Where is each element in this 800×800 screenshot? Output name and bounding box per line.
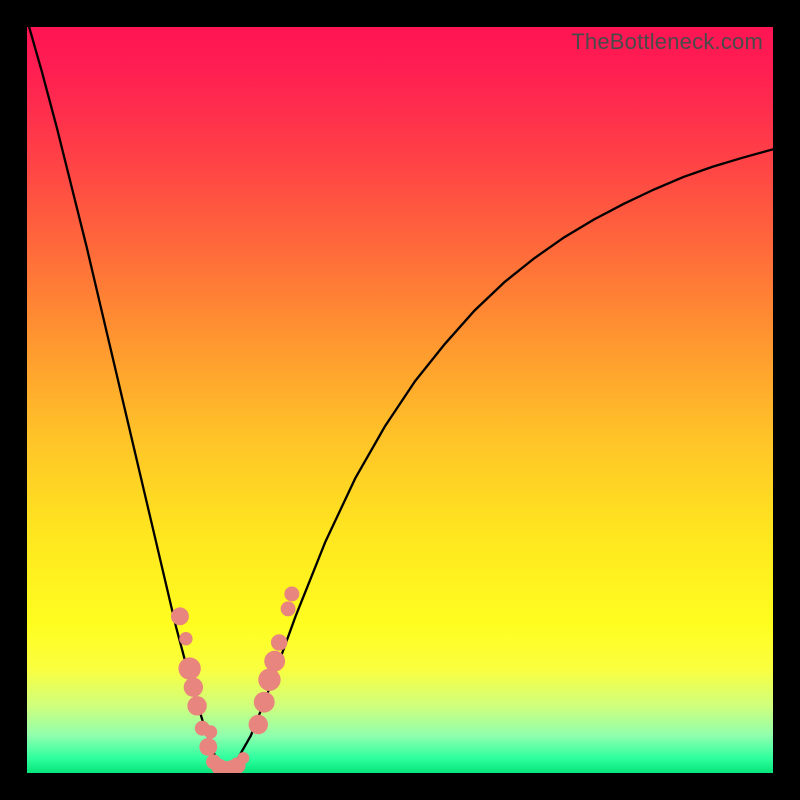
data-point [179, 632, 192, 645]
data-markers [171, 587, 299, 774]
data-point [271, 634, 287, 650]
data-point [178, 657, 200, 679]
data-point [187, 696, 206, 715]
data-point [258, 669, 280, 691]
data-point [184, 678, 203, 697]
data-point [284, 587, 299, 602]
data-point [254, 692, 275, 713]
data-point [204, 725, 217, 738]
curve-left-branch [27, 27, 228, 773]
data-point [264, 651, 285, 672]
data-point [249, 715, 268, 734]
curve-overlay [27, 27, 773, 773]
data-point [199, 738, 217, 756]
plot-area: TheBottleneck.com [27, 27, 773, 773]
curve-right-branch [228, 149, 773, 773]
data-point [237, 752, 249, 764]
data-point [281, 601, 296, 616]
data-point [171, 607, 189, 625]
bottleneck-curve [27, 27, 773, 773]
chart-container: TheBottleneck.com [0, 0, 800, 800]
